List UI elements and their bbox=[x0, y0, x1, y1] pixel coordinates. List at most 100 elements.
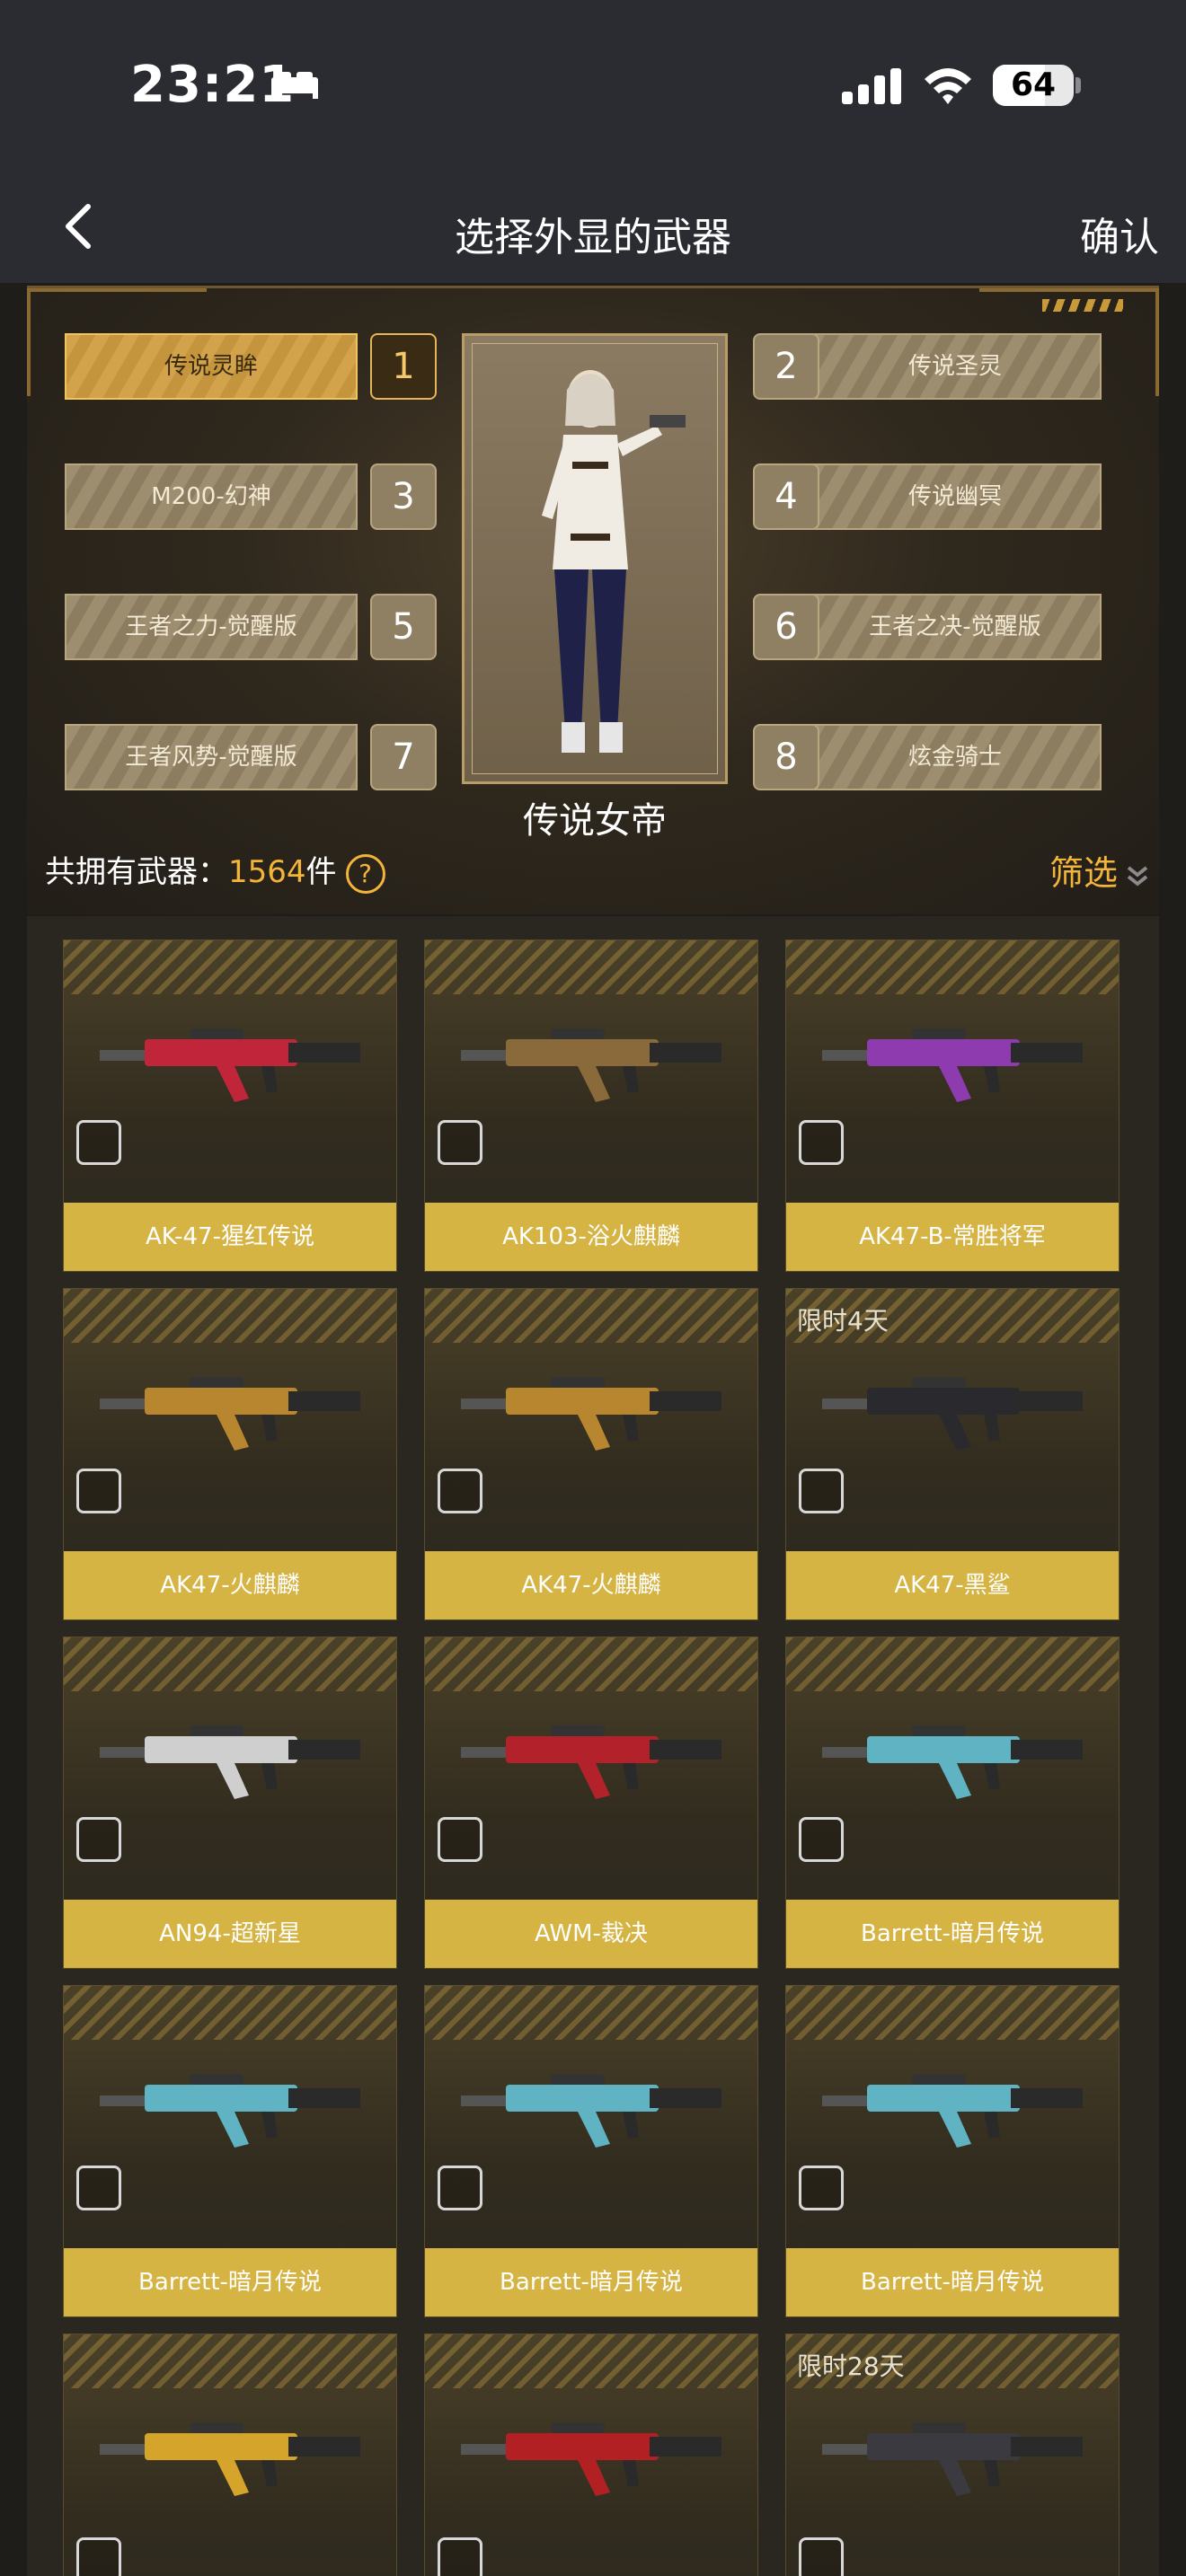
select-checkbox[interactable] bbox=[799, 2537, 844, 2576]
loadout-slot-number[interactable]: 2 bbox=[753, 333, 819, 400]
card-stripes bbox=[64, 1637, 396, 1691]
filter-label: 筛选 bbox=[1049, 853, 1118, 893]
card-stripes bbox=[425, 1986, 757, 2040]
time-limit-tag: 限时28天 bbox=[797, 2351, 905, 2381]
weapon-image bbox=[461, 2074, 721, 2148]
weapon-card[interactable]: 限时28天 bbox=[785, 2333, 1120, 2576]
weapon-card[interactable]: Barrett-暗月传说 bbox=[785, 1985, 1120, 2317]
loadout-slot-label[interactable]: 王者风势-觉醒版 bbox=[65, 724, 358, 790]
loadout-slot-label[interactable]: 传说圣灵 bbox=[809, 333, 1102, 400]
loadout-slot-number[interactable]: 6 bbox=[753, 594, 819, 660]
weapon-name: AN94-超新星 bbox=[64, 1900, 396, 1968]
select-checkbox[interactable] bbox=[76, 1120, 121, 1165]
filter-button[interactable]: 筛选 bbox=[1049, 845, 1150, 895]
weapon-name: Barrett-暗月传说 bbox=[64, 2248, 396, 2316]
loadout-slot-label[interactable]: 传说幽冥 bbox=[809, 463, 1102, 530]
weapon-card[interactable]: Barrett-暗月传说 bbox=[63, 1985, 397, 2317]
hero-panel: 传说灵眸 1 传说圣灵 2 M200-幻神 3 传说幽冥 4 王者之力-觉醒版 5 王者之决-觉醒版… bbox=[27, 286, 1159, 919]
weapon-card[interactable]: AK103-浴火麒麟 bbox=[424, 940, 758, 1272]
card-stripes bbox=[64, 2334, 396, 2388]
weapon-image bbox=[822, 1725, 1083, 1799]
select-checkbox[interactable] bbox=[799, 2166, 844, 2210]
select-checkbox[interactable] bbox=[76, 1817, 121, 1862]
battery-indicator: 64 bbox=[993, 65, 1074, 106]
nav-bar: 选择外显的武器 确认 bbox=[0, 171, 1186, 283]
weapon-card[interactable]: 限时4天 AK47-黑鲨 bbox=[785, 1288, 1120, 1620]
weapon-card[interactable]: AK47-火麒麟 bbox=[424, 1288, 758, 1620]
loadout-slot-number[interactable]: 3 bbox=[370, 463, 437, 530]
cellular-signal-icon bbox=[842, 68, 901, 104]
select-checkbox[interactable] bbox=[438, 1120, 482, 1165]
weapon-image bbox=[461, 2422, 721, 2496]
confirm-button[interactable]: 确认 bbox=[1080, 205, 1159, 262]
loadout-slot-label[interactable]: 王者之力-觉醒版 bbox=[65, 594, 358, 660]
weapon-name: AWM-裁决 bbox=[425, 1900, 757, 1968]
weapon-image bbox=[822, 1377, 1083, 1451]
battery-tip bbox=[1075, 77, 1081, 93]
weapon-name: Barrett-暗月传说 bbox=[786, 1900, 1119, 1968]
weapon-name: AK47-火麒麟 bbox=[64, 1551, 396, 1619]
loadout-slot-label[interactable]: 炫金骑士 bbox=[809, 724, 1102, 790]
card-stripes bbox=[64, 1986, 396, 2040]
card-stripes bbox=[425, 1637, 757, 1691]
weapon-name: Barrett-暗月传说 bbox=[786, 2248, 1119, 2316]
select-checkbox[interactable] bbox=[76, 2537, 121, 2576]
weapon-card[interactable]: Barrett-暗月传说 bbox=[424, 1985, 758, 2317]
weapon-card[interactable] bbox=[63, 2333, 397, 2576]
card-stripes bbox=[786, 1986, 1119, 2040]
loadout-slot-number[interactable]: 7 bbox=[370, 724, 437, 790]
character-portrait bbox=[462, 333, 728, 784]
select-checkbox[interactable] bbox=[438, 1469, 482, 1513]
wifi-icon bbox=[925, 68, 971, 104]
loadout-slot-number[interactable]: 1 bbox=[370, 333, 437, 400]
weapon-image bbox=[100, 2422, 360, 2496]
status-bar: 23:21 64 bbox=[0, 0, 1186, 171]
weapon-card[interactable]: AK-47-猩红传说 bbox=[63, 940, 397, 1272]
select-checkbox[interactable] bbox=[76, 1469, 121, 1513]
weapon-card[interactable]: Barrett-暗月传说 bbox=[785, 1636, 1120, 1969]
select-checkbox[interactable] bbox=[438, 2537, 482, 2576]
card-stripes bbox=[64, 1289, 396, 1343]
weapon-count: 共拥有武器：1564件? bbox=[45, 847, 385, 894]
weapon-name: AK103-浴火麒麟 bbox=[425, 1203, 757, 1271]
help-icon[interactable]: ? bbox=[345, 853, 385, 894]
card-stripes bbox=[64, 940, 396, 994]
weapon-name: AK47-火麒麟 bbox=[425, 1551, 757, 1619]
weapon-image bbox=[100, 2074, 360, 2148]
loadout-slot-number[interactable]: 4 bbox=[753, 463, 819, 530]
loadout-slot-label[interactable]: 王者之决-觉醒版 bbox=[809, 594, 1102, 660]
character-name: 传说女帝 bbox=[523, 800, 667, 842]
count-label: 共拥有武器： bbox=[45, 854, 228, 890]
decorative-stripes bbox=[1042, 299, 1123, 312]
sleep-focus-icon bbox=[271, 72, 318, 99]
weapon-image bbox=[100, 1028, 360, 1102]
select-checkbox[interactable] bbox=[76, 2166, 121, 2210]
loadout-slot-label[interactable]: M200-幻神 bbox=[65, 463, 358, 530]
weapon-image bbox=[822, 2074, 1083, 2148]
weapon-image bbox=[100, 1377, 360, 1451]
select-checkbox[interactable] bbox=[438, 1817, 482, 1862]
weapon-card[interactable]: AWM-裁决 bbox=[424, 1636, 758, 1969]
select-checkbox[interactable] bbox=[799, 1469, 844, 1513]
battery-percent: 64 bbox=[1010, 66, 1057, 103]
weapon-card[interactable]: AK47-B-常胜将军 bbox=[785, 940, 1120, 1272]
card-stripes bbox=[786, 1637, 1119, 1691]
card-stripes bbox=[425, 2334, 757, 2388]
weapon-name: AK-47-猩红传说 bbox=[64, 1203, 396, 1271]
weapon-card[interactable] bbox=[424, 2333, 758, 2576]
loadout-slot-number[interactable]: 8 bbox=[753, 724, 819, 790]
count-unit: 件 bbox=[305, 854, 337, 890]
select-checkbox[interactable] bbox=[799, 1120, 844, 1165]
select-checkbox[interactable] bbox=[438, 2166, 482, 2210]
loadout-slot-number[interactable]: 5 bbox=[370, 594, 437, 660]
weapon-image bbox=[822, 2422, 1083, 2496]
weapon-image bbox=[100, 1725, 360, 1799]
weapon-image bbox=[461, 1028, 721, 1102]
loadout-slot-label[interactable]: 传说灵眸 bbox=[65, 333, 358, 400]
weapon-card[interactable]: AK47-火麒麟 bbox=[63, 1288, 397, 1620]
card-stripes bbox=[425, 940, 757, 994]
weapon-card[interactable]: AN94-超新星 bbox=[63, 1636, 397, 1969]
card-stripes bbox=[425, 1289, 757, 1343]
select-checkbox[interactable] bbox=[799, 1817, 844, 1862]
count-value: 1564 bbox=[228, 854, 306, 890]
